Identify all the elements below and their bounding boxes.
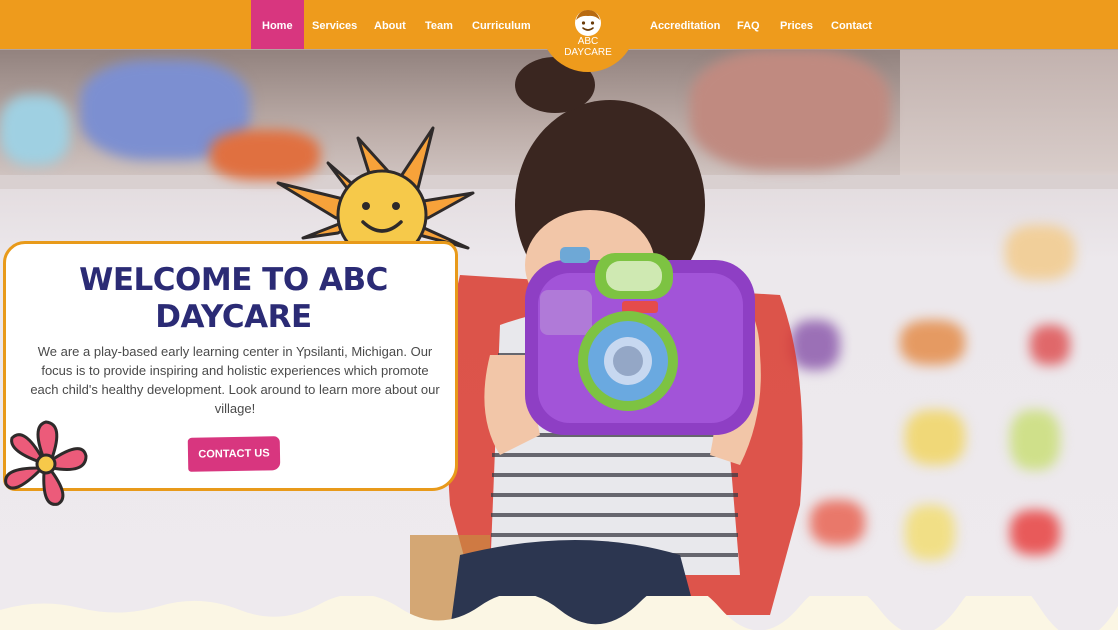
nav-prices[interactable]: Prices <box>780 0 813 49</box>
nav-curriculum[interactable]: Curriculum <box>472 0 531 49</box>
bottom-wave-divider <box>0 596 1118 630</box>
fruit-blob <box>905 410 965 465</box>
nav-home[interactable]: Home <box>251 0 304 49</box>
nav-about[interactable]: About <box>374 0 406 49</box>
nav-faq[interactable]: FAQ <box>737 0 760 49</box>
logo-line-abc: ABC <box>577 36 599 47</box>
toy-blob <box>0 95 70 165</box>
nav-accreditation[interactable]: Accreditation <box>650 0 720 49</box>
fruit-blob <box>1005 225 1075 280</box>
smiling-child-face-icon <box>575 10 601 36</box>
nav-contact[interactable]: Contact <box>831 0 872 49</box>
fruit-blob <box>1010 410 1060 470</box>
contact-us-button[interactable]: CONTACT US <box>187 436 281 472</box>
title-line-1: WELCOME TO ABC <box>79 262 388 298</box>
fruit-blob <box>905 505 955 560</box>
fruit-blob <box>900 320 965 365</box>
flower-icon <box>4 420 88 506</box>
nav-services[interactable]: Services <box>312 0 357 49</box>
title-line-2: DAYCARE <box>155 299 312 335</box>
welcome-description: We are a play-based early learning cente… <box>30 344 440 416</box>
page-title: WELCOME TO ABC DAYCARE <box>26 262 441 336</box>
nav-team[interactable]: Team <box>425 0 453 49</box>
fruit-blob <box>1030 325 1070 365</box>
fruit-blob <box>1010 510 1060 555</box>
logo-text: ABC DAYCARE <box>540 36 636 58</box>
logo-line-daycare: DAYCARE <box>564 47 612 58</box>
